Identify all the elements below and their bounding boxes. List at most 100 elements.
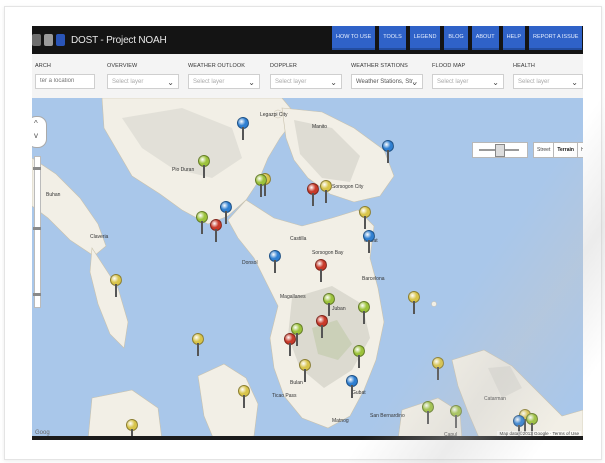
filter-health: HEALTH Select layer ⌄ [510,54,583,98]
layer-filter-bar: ARCH OVERVIEW Select layer ⌄ WEATHER OUT… [32,54,583,99]
place-label: Sorsogon Bay [312,250,344,256]
place-label: Castilla [290,236,307,242]
nav-report-issue[interactable]: REPORT A ISSUE [529,26,583,50]
place-label: Donsol [242,260,258,266]
place-label: Pio Duran [172,167,195,173]
place-label: Barcelona [362,276,385,282]
pin-stem [364,216,366,229]
map-canvas[interactable]: ^ v Street Terrain Hy Legazpi City Manito… [32,98,583,440]
app-title: DOST - Project NOAH [71,34,167,46]
pin-stem [225,211,227,224]
map-pin-icon[interactable] [358,301,370,325]
zoom-thumb[interactable] [33,227,41,230]
map-pin-icon[interactable] [196,211,208,235]
pin-stem [201,221,203,234]
place-label: Buhan [46,192,61,198]
map-pin-icon[interactable] [359,206,371,230]
flood-map-select[interactable]: Select layer ⌄ [432,74,504,89]
map-pin-icon[interactable] [323,293,335,317]
map-pin-icon[interactable] [299,359,311,383]
map-pin-icon[interactable] [363,230,375,254]
map-type-street[interactable]: Street [533,142,555,158]
nav-about[interactable]: ABOUT [471,26,499,50]
filter-flood-map: FLOOD MAP Select layer ⌄ [429,54,509,98]
pin-stem [437,367,439,380]
pin-stem [358,355,360,368]
health-select[interactable]: Select layer ⌄ [513,74,583,89]
pin-stem [289,343,291,356]
map-pin-icon[interactable] [320,180,332,204]
map-pin-icon[interactable] [237,117,249,141]
chevron-down-icon: ⌄ [571,78,578,87]
map-pin-icon[interactable] [269,250,281,274]
map-pin-icon[interactable] [316,315,328,339]
filter-weather-stations: WEATHER STATIONS Weather Stations, Str..… [348,54,428,98]
chevron-up-icon[interactable]: ^ [34,119,38,128]
place-label: Catarman [484,396,506,402]
weather-outlook-select[interactable]: Select layer ⌄ [188,74,260,89]
zoom-out-icon[interactable] [33,293,41,296]
map-pin-icon[interactable] [110,274,122,298]
pin-stem [296,333,298,346]
map-pin-icon[interactable] [432,357,444,381]
nav-how-to-use[interactable]: HOW TO USE [332,26,376,50]
filter-label: DOPPLER [270,63,297,69]
select-value: Select layer [437,79,469,85]
map-pin-icon[interactable] [450,405,462,429]
nav-help[interactable]: HELP [502,26,526,50]
map-pin-icon[interactable] [315,259,327,283]
pin-stem [115,284,117,297]
top-bar: DOST - Project NOAH HOW TO USE TOOLS LEG… [32,26,583,54]
map-type-terrain[interactable]: Terrain [553,142,578,158]
nav-blog[interactable]: BLOG [444,26,468,50]
overview-select[interactable]: Select layer ⌄ [107,74,179,89]
weather-stations-select[interactable]: Weather Stations, Str... ⌄ [351,74,423,89]
pin-stem [243,395,245,408]
filter-overview: OVERVIEW Select layer ⌄ [104,54,184,98]
slider-thumb[interactable] [495,144,505,157]
chevron-down-icon[interactable]: v [34,131,38,140]
chevron-down-icon: ⌄ [411,78,418,87]
map-type-control: Street Terrain Hy [533,142,583,158]
map-pin-icon[interactable] [210,219,222,243]
pin-stem [325,190,327,203]
map-pin-icon[interactable] [307,183,319,207]
map-pin-icon[interactable] [408,291,420,315]
search-input[interactable] [35,74,95,89]
select-value: Weather Stations, Str... [356,79,418,85]
pin-stem [215,229,217,242]
map-type-hybrid[interactable]: Hy [576,142,583,158]
map-pin-icon[interactable] [422,401,434,425]
pin-stem [455,415,457,428]
chevron-down-icon: ⌄ [248,78,255,87]
place-label: Sorsogon City [332,184,364,190]
pin-stem [197,343,199,356]
zoom-in-icon[interactable] [33,167,41,170]
pin-stem [368,240,370,253]
doppler-select[interactable]: Select layer ⌄ [270,74,342,89]
map-pin-icon[interactable] [353,345,365,369]
pin-stem [351,385,353,398]
map-pin-icon[interactable] [192,333,204,357]
brand[interactable]: DOST - Project NOAH [32,30,167,50]
map-pin-icon[interactable] [198,155,210,179]
opacity-slider[interactable] [472,142,528,158]
pin-stem [387,150,389,163]
map-pin-icon[interactable] [382,140,394,164]
pin-stem [321,325,323,338]
nav-tools[interactable]: TOOLS [379,26,406,50]
map-pin-icon[interactable] [284,333,296,357]
zoom-slider[interactable] [33,156,41,308]
filter-label: OVERVIEW [107,63,138,69]
pan-control[interactable]: ^ v [32,116,47,148]
chevron-down-icon: ⌄ [330,78,337,87]
map-pin-icon[interactable] [346,375,358,399]
nav-legend[interactable]: LEGEND [409,26,441,50]
pin-stem [242,127,244,140]
pin-stem [312,193,314,206]
map-pin-icon[interactable] [255,174,267,198]
map-pin-icon[interactable] [238,385,250,409]
logo-mark-3 [56,34,65,46]
select-value: Select layer [193,79,225,85]
place-label: Matnog [332,418,349,424]
